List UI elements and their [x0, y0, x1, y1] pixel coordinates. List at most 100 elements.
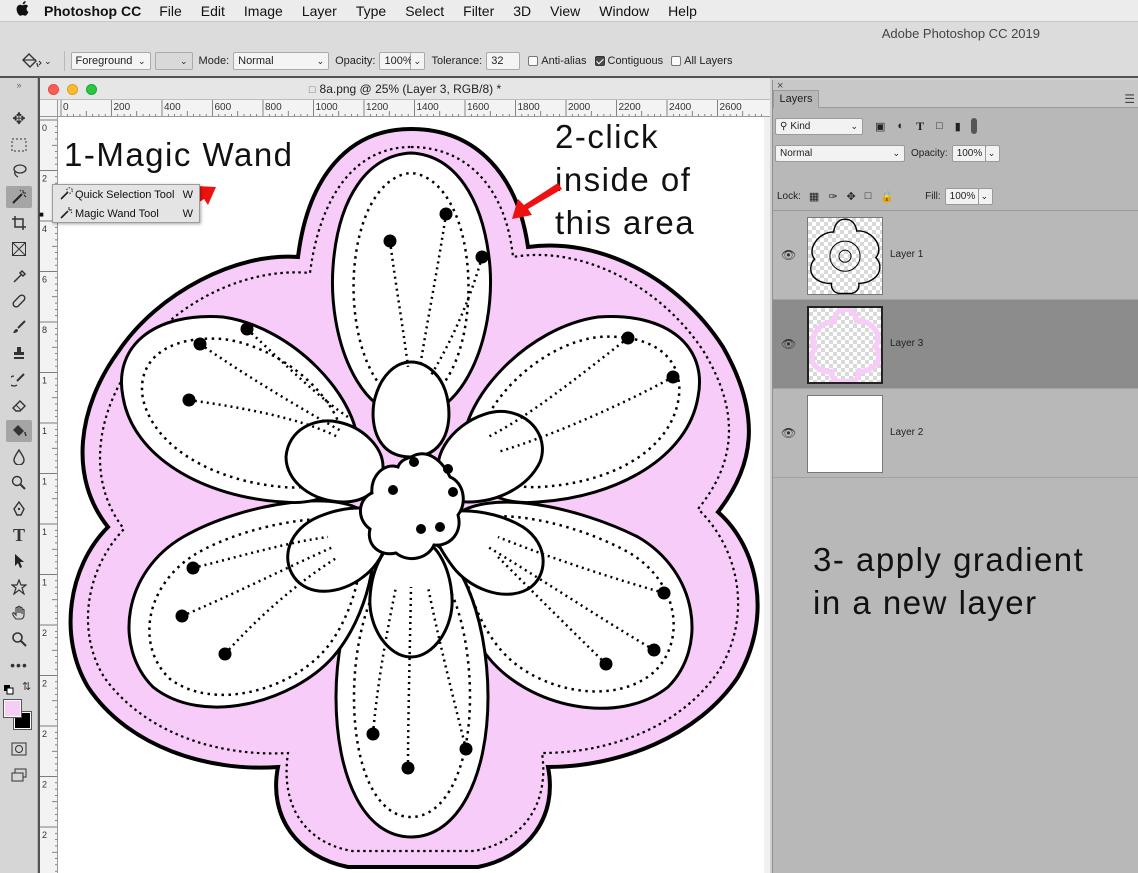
lasso-tool-icon[interactable]	[6, 160, 32, 182]
contiguous-checkbox[interactable]	[594, 56, 605, 66]
lock-image-icon[interactable]: ✑	[828, 190, 837, 203]
layer-1-flower-thumb	[810, 218, 881, 295]
default-colors-icon[interactable]	[4, 682, 14, 695]
collapse-icon[interactable]: »	[6, 78, 32, 92]
blend-mode-select[interactable]: Normal ⌄	[775, 144, 905, 162]
filter-kind-value: Kind	[790, 120, 811, 132]
zoom-tool-icon[interactable]	[6, 628, 32, 650]
screen-mode-icon[interactable]	[6, 764, 32, 786]
all-layers-checkbox[interactable]	[671, 56, 682, 66]
filter-pixel-icon[interactable]: ▣	[875, 120, 885, 133]
visibility-eye-icon[interactable]: 👁	[781, 248, 796, 262]
fill-source-select[interactable]: Foreground ⌄	[70, 52, 151, 70]
menu-select[interactable]: Select	[405, 3, 444, 19]
vertical-ruler[interactable]: 0246811111222223	[40, 117, 58, 873]
menu-layer[interactable]: Layer	[302, 3, 337, 19]
dodge-tool-icon[interactable]	[6, 472, 32, 494]
lock-position-icon[interactable]: ✥	[847, 190, 856, 203]
menu-3d[interactable]: 3D	[513, 3, 531, 19]
shape-tool-icon[interactable]	[6, 576, 32, 598]
menu-filter[interactable]: Filter	[463, 3, 494, 19]
frame-tool-icon[interactable]	[6, 238, 32, 260]
layer-row-layer-1[interactable]: 👁 Layer 1	[773, 211, 1138, 300]
lock-transparent-icon[interactable]: ▦	[809, 190, 819, 203]
flyout-item-quick-selection[interactable]: Quick Selection Tool W	[53, 186, 199, 204]
ruler-label: 1	[42, 527, 47, 537]
crop-tool-icon[interactable]	[6, 212, 32, 234]
filter-smart-object-icon[interactable]: ▮	[955, 120, 961, 133]
history-brush-tool-icon[interactable]	[6, 368, 32, 390]
opacity-dropdown[interactable]: ⌄	[411, 52, 426, 70]
chevron-down-icon: ⌄	[980, 190, 989, 201]
layer-row-layer-2[interactable]: 👁 Layer 2	[773, 389, 1138, 478]
menu-help[interactable]: Help	[668, 3, 697, 19]
filter-shape-icon[interactable]: □	[936, 120, 943, 132]
foreground-color-swatch[interactable]	[3, 699, 22, 718]
paint-bucket-tool-icon[interactable]	[6, 420, 32, 442]
lock-label: Lock:	[777, 190, 801, 202]
lock-artboard-icon[interactable]: □	[865, 190, 872, 202]
menu-view[interactable]: View	[550, 3, 580, 19]
tool-preset-chevron-icon[interactable]: ⌄	[44, 56, 52, 67]
menu-edit[interactable]: Edit	[201, 3, 225, 19]
visibility-eye-icon[interactable]: 👁	[781, 337, 796, 351]
menu-window[interactable]: Window	[599, 3, 649, 19]
apple-icon[interactable]	[0, 1, 44, 20]
move-tool-icon[interactable]: ✥	[6, 108, 32, 130]
filter-kind-select[interactable]: ⚲ Kind ⌄	[775, 117, 863, 135]
panel-menu-icon[interactable]: ☰	[1124, 92, 1135, 106]
document-tab[interactable]: □ 8a.png @ 25% (Layer 3, RGB/8) *	[40, 78, 770, 100]
menu-type[interactable]: Type	[356, 3, 386, 19]
swap-colors-icon[interactable]: ⇅	[22, 680, 31, 693]
filter-adjustment-icon[interactable]: ◐	[897, 120, 904, 132]
layer-row-layer-3[interactable]: 👁 Layer 3	[773, 300, 1138, 389]
chevron-down-icon: ⌄	[138, 55, 146, 66]
magic-wand-tool-icon[interactable]	[6, 186, 32, 208]
ruler-origin[interactable]	[40, 100, 58, 117]
opacity-input[interactable]: 100%	[379, 52, 413, 70]
path-selection-tool-icon[interactable]	[6, 550, 32, 572]
filter-type-icon[interactable]: T	[916, 119, 924, 134]
fill-input[interactable]: 100%	[944, 187, 979, 205]
healing-brush-tool-icon[interactable]	[6, 290, 32, 312]
chevron-down-icon: ⌄	[316, 55, 325, 66]
panel-tab-bar: × Layers ☰	[773, 80, 1138, 108]
minimize-window-button[interactable]	[67, 84, 78, 95]
anti-alias-checkbox[interactable]	[528, 56, 539, 66]
layer-opacity-dropdown[interactable]: ⌄	[985, 144, 1000, 162]
visibility-eye-icon[interactable]: 👁	[781, 426, 796, 440]
horizontal-ruler[interactable]: 0 200 400 600 800 1000 1200 1400 1600 1800 2000 220…	[58, 100, 770, 117]
tolerance-input[interactable]: 32	[486, 52, 521, 70]
fill-dropdown[interactable]: ⌄	[978, 187, 993, 205]
pattern-picker[interactable]: ⌄	[154, 52, 193, 70]
menu-file[interactable]: File	[159, 3, 182, 19]
marquee-tool-icon[interactable]	[6, 134, 32, 156]
eyedropper-tool-icon[interactable]	[6, 266, 32, 288]
document-icon: □	[308, 84, 316, 96]
blur-tool-icon[interactable]	[6, 446, 32, 468]
close-window-button[interactable]	[48, 84, 59, 95]
tab-layers[interactable]: Layers	[773, 90, 819, 108]
layer-opacity-input[interactable]: 100%	[951, 144, 986, 162]
more-tools-icon[interactable]: •••	[6, 654, 32, 676]
tolerance-value: 32	[491, 55, 504, 67]
menu-image[interactable]: Image	[244, 3, 283, 19]
flyout-item-magic-wand[interactable]: ■ Magic Wand Tool W	[39, 205, 199, 223]
brush-tool-icon[interactable]	[6, 316, 32, 338]
menu-app-name[interactable]: Photoshop CC	[44, 3, 141, 19]
hand-tool-icon[interactable]	[6, 602, 32, 624]
layers-panel: × Layers ☰ ⚲ Kind ⌄ ▣ ◐ T □ ▮ Normal ⌄ Opac…	[772, 80, 1138, 873]
paint-bucket-icon[interactable]	[20, 53, 42, 69]
zoom-window-button[interactable]	[86, 84, 97, 95]
mode-select[interactable]: Normal ⌄	[233, 52, 330, 70]
quick-mask-icon[interactable]	[6, 738, 32, 760]
type-tool-icon[interactable]: T	[6, 524, 32, 546]
pen-tool-icon[interactable]	[6, 498, 32, 520]
image-canvas[interactable]: 1-Magic Wand 2-click inside of this area	[58, 117, 764, 873]
menu-bar: Photoshop CC File Edit Image Layer Type …	[0, 0, 1138, 22]
filter-toggle[interactable]	[970, 118, 977, 134]
clone-stamp-tool-icon[interactable]	[6, 342, 32, 364]
fill-source-value: Foreground	[75, 55, 133, 67]
lock-all-icon[interactable]: 🔒	[880, 190, 894, 203]
eraser-tool-icon[interactable]	[6, 394, 32, 416]
